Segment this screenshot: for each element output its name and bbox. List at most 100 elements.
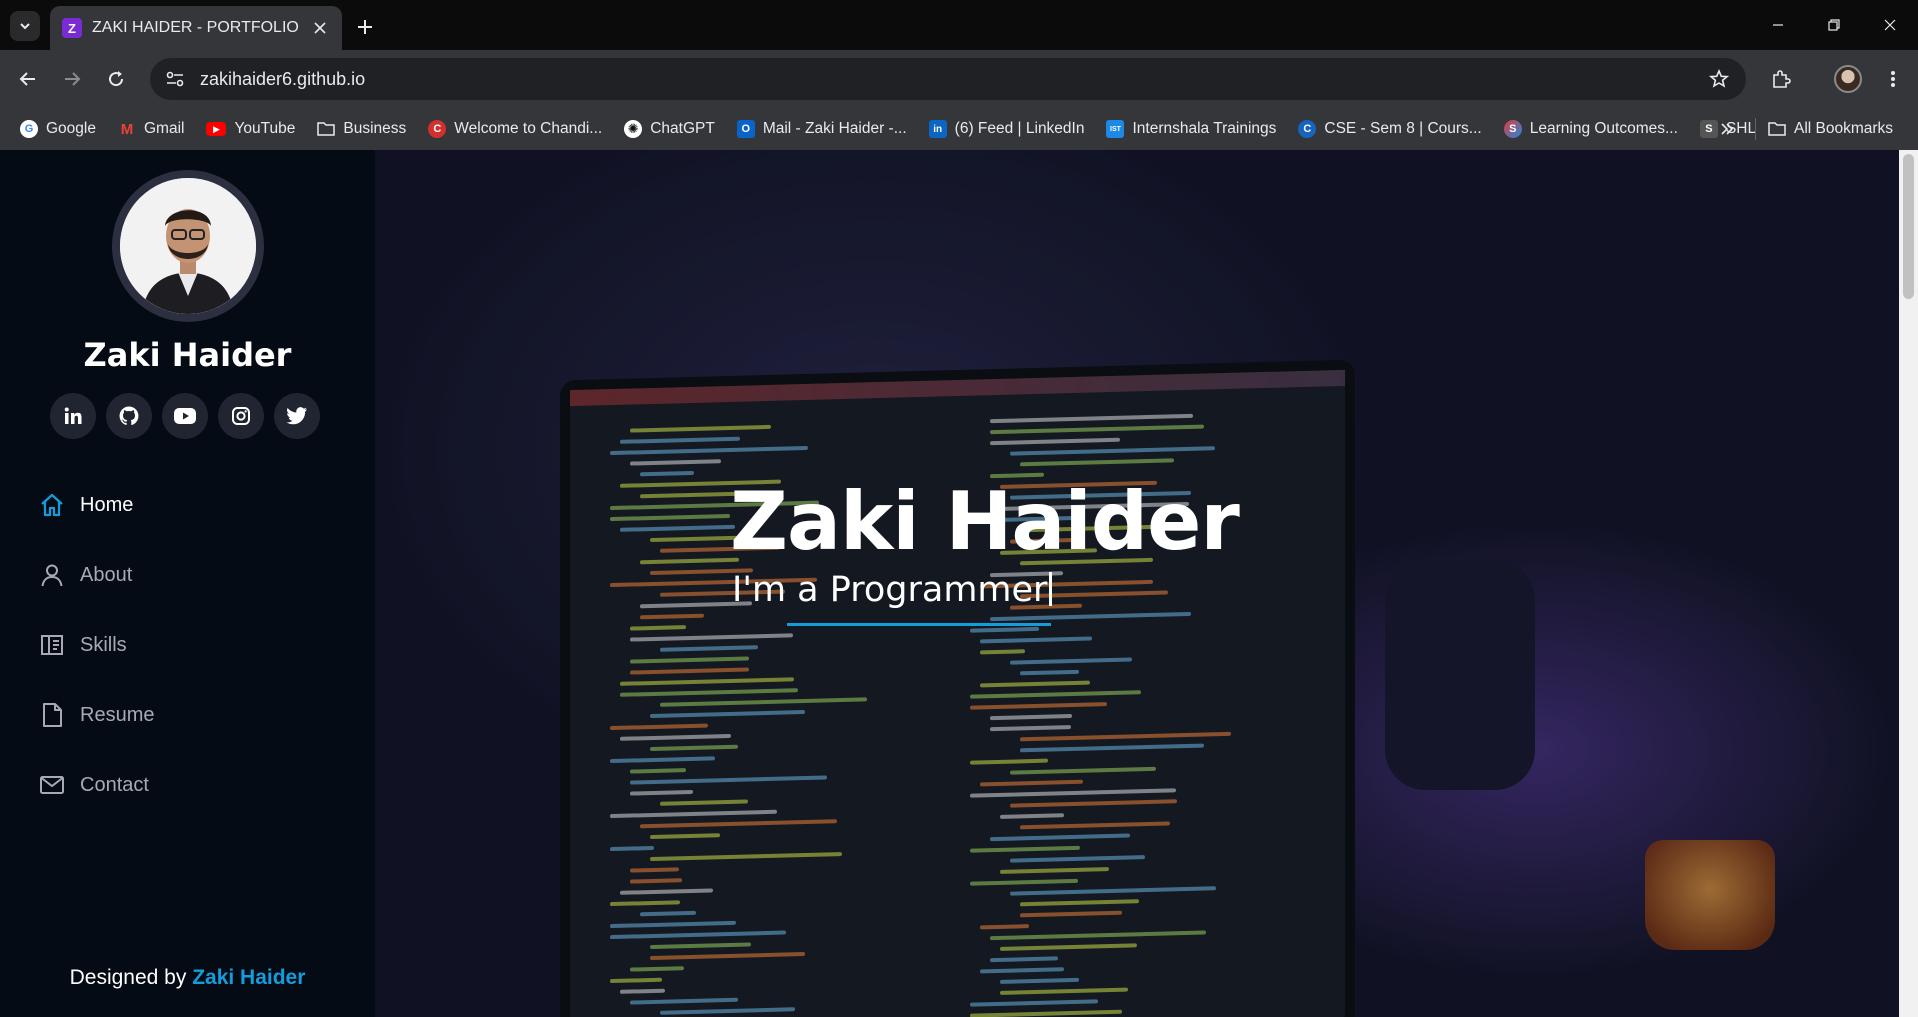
reload-button[interactable] (100, 63, 132, 95)
close-icon (1884, 19, 1896, 31)
scrollbar-thumb[interactable] (1903, 154, 1914, 299)
profile-name: Zaki Haider (83, 336, 292, 374)
nav-item-label: Skills (80, 633, 127, 656)
bookmark-chatgpt[interactable]: ✺ ChatGPT (616, 114, 723, 144)
hero-typed-subtitle: I'm a Programmer (732, 570, 1053, 610)
nav-item-resume[interactable]: Resume (38, 680, 154, 750)
bookmarks-overflow-button[interactable] (1712, 114, 1742, 144)
folder-icon (317, 120, 336, 138)
address-bar[interactable]: zakihaider6.github.io (150, 58, 1746, 100)
chatgpt-icon: ✺ (624, 120, 643, 138)
nav-item-about[interactable]: About (38, 540, 154, 610)
back-button[interactable] (12, 63, 44, 95)
plus-icon (358, 20, 372, 34)
youtube-icon: ▶ (206, 122, 227, 136)
bookmark-label: Business (343, 120, 407, 137)
linkedin-icon (64, 407, 82, 424)
bookmark-label: Gmail (143, 120, 185, 137)
restore-button[interactable] (1806, 0, 1862, 50)
star-icon (1709, 69, 1729, 88)
page-viewport: Zaki Haider Home About Skills Resume Con… (0, 150, 1918, 1017)
folder-icon (1768, 120, 1786, 138)
bookmark-linkedin[interactable]: in (6) Feed | LinkedIn (921, 114, 1093, 144)
bookmark-internshala[interactable]: IST Internshala Trainings (1098, 114, 1284, 144)
extensions-button[interactable] (1765, 63, 1797, 95)
sidebar: Zaki Haider Home About Skills Resume Con… (0, 150, 375, 1017)
bookmark-gmail[interactable]: M Gmail (110, 114, 192, 144)
tab-strip: Z ZAKI HAIDER - PORTFOLIO (0, 0, 1918, 50)
home-icon (38, 491, 66, 519)
chandigarh-icon: C (428, 120, 447, 138)
bookmarks-divider (1755, 118, 1756, 140)
hero-overlay (375, 150, 1899, 1017)
all-bookmarks-button[interactable]: All Bookmarks (1768, 114, 1893, 144)
twitter-link[interactable] (274, 393, 320, 439)
instagram-icon (232, 407, 250, 425)
bookmark-google[interactable]: G Google (12, 114, 104, 144)
linkedin-link[interactable] (50, 393, 96, 439)
nav-item-home[interactable]: Home (38, 470, 154, 540)
hero-subtitle-underline (787, 623, 1051, 626)
bookmark-star-button[interactable] (1706, 66, 1732, 92)
page-scrollbar[interactable] (1899, 150, 1918, 1017)
reload-icon (109, 71, 124, 87)
hero-subtitle-text: I'm a Programmer (732, 570, 1048, 610)
outlook-icon: O (736, 120, 755, 138)
tab-close-button[interactable] (310, 18, 330, 38)
bookmark-folder-business[interactable]: Business (309, 114, 414, 144)
chevron-down-icon (20, 23, 30, 30)
bookmark-chandigarh[interactable]: C Welcome to Chandi... (420, 114, 610, 144)
bookmark-label: YouTube (234, 120, 296, 137)
tab-favicon: Z (62, 18, 82, 38)
user-icon (38, 561, 66, 589)
active-tab[interactable]: Z ZAKI HAIDER - PORTFOLIO (50, 6, 342, 50)
browser-menu-button[interactable] (1877, 63, 1909, 95)
bookmark-coursera[interactable]: C CSE - Sem 8 | Cours... (1290, 114, 1489, 144)
window-controls (1750, 0, 1918, 50)
restore-icon (1828, 19, 1840, 31)
new-tab-button[interactable] (350, 12, 380, 42)
puzzle-icon (1773, 70, 1791, 88)
minimize-icon (1773, 24, 1783, 26)
bookmark-outlook[interactable]: O Mail - Zaki Haider -... (729, 114, 915, 144)
github-link[interactable] (106, 393, 152, 439)
internshala-icon: IST (1106, 120, 1125, 138)
credit-prefix: Designed by (69, 966, 187, 989)
github-icon (119, 406, 139, 425)
youtube-link[interactable] (162, 393, 208, 439)
browser-toolbar: zakihaider6.github.io (0, 50, 1918, 108)
tab-search-button[interactable] (10, 11, 40, 41)
file-icon (38, 701, 66, 729)
bookmark-label: Internshala Trainings (1132, 120, 1277, 137)
google-icon: G (20, 120, 38, 138)
profile-button[interactable] (1832, 63, 1864, 95)
tab-title: ZAKI HAIDER - PORTFOLIO (92, 19, 299, 36)
all-bookmarks-label: All Bookmarks (1794, 120, 1894, 137)
nav-item-contact[interactable]: Contact (38, 750, 154, 820)
credit-name-link[interactable]: Zaki Haider (192, 966, 305, 989)
forward-button[interactable] (56, 63, 88, 95)
bookmark-label: Learning Outcomes... (1529, 120, 1678, 137)
bookmark-label: ChatGPT (650, 120, 715, 137)
bookmark-label: Mail - Zaki Haider -... (762, 120, 907, 137)
twitter-icon (286, 407, 307, 425)
learning-icon: S (1503, 120, 1522, 138)
nav-item-label: Resume (80, 703, 155, 726)
bookmark-youtube[interactable]: ▶ YouTube (198, 114, 303, 144)
bookmark-label: Welcome to Chandi... (454, 120, 603, 137)
close-window-button[interactable] (1862, 0, 1918, 50)
site-info-icon[interactable] (164, 68, 186, 90)
arrow-right-icon (65, 72, 81, 86)
instagram-link[interactable] (218, 393, 264, 439)
envelope-icon (38, 771, 66, 799)
bookmark-learning-outcomes[interactable]: S Learning Outcomes... (1496, 114, 1686, 144)
book-icon (38, 631, 66, 659)
nav-item-label: Contact (80, 773, 149, 796)
bookmarks-bar: G Google M Gmail ▶ YouTube Business C We… (0, 108, 1918, 150)
hero-title: Zaki Haider (730, 475, 1240, 568)
nav-item-skills[interactable]: Skills (38, 610, 154, 680)
more-vertical-icon (1891, 71, 1895, 87)
youtube-icon (174, 408, 196, 424)
minimize-button[interactable] (1750, 0, 1806, 50)
coursera-icon: C (1298, 120, 1317, 138)
